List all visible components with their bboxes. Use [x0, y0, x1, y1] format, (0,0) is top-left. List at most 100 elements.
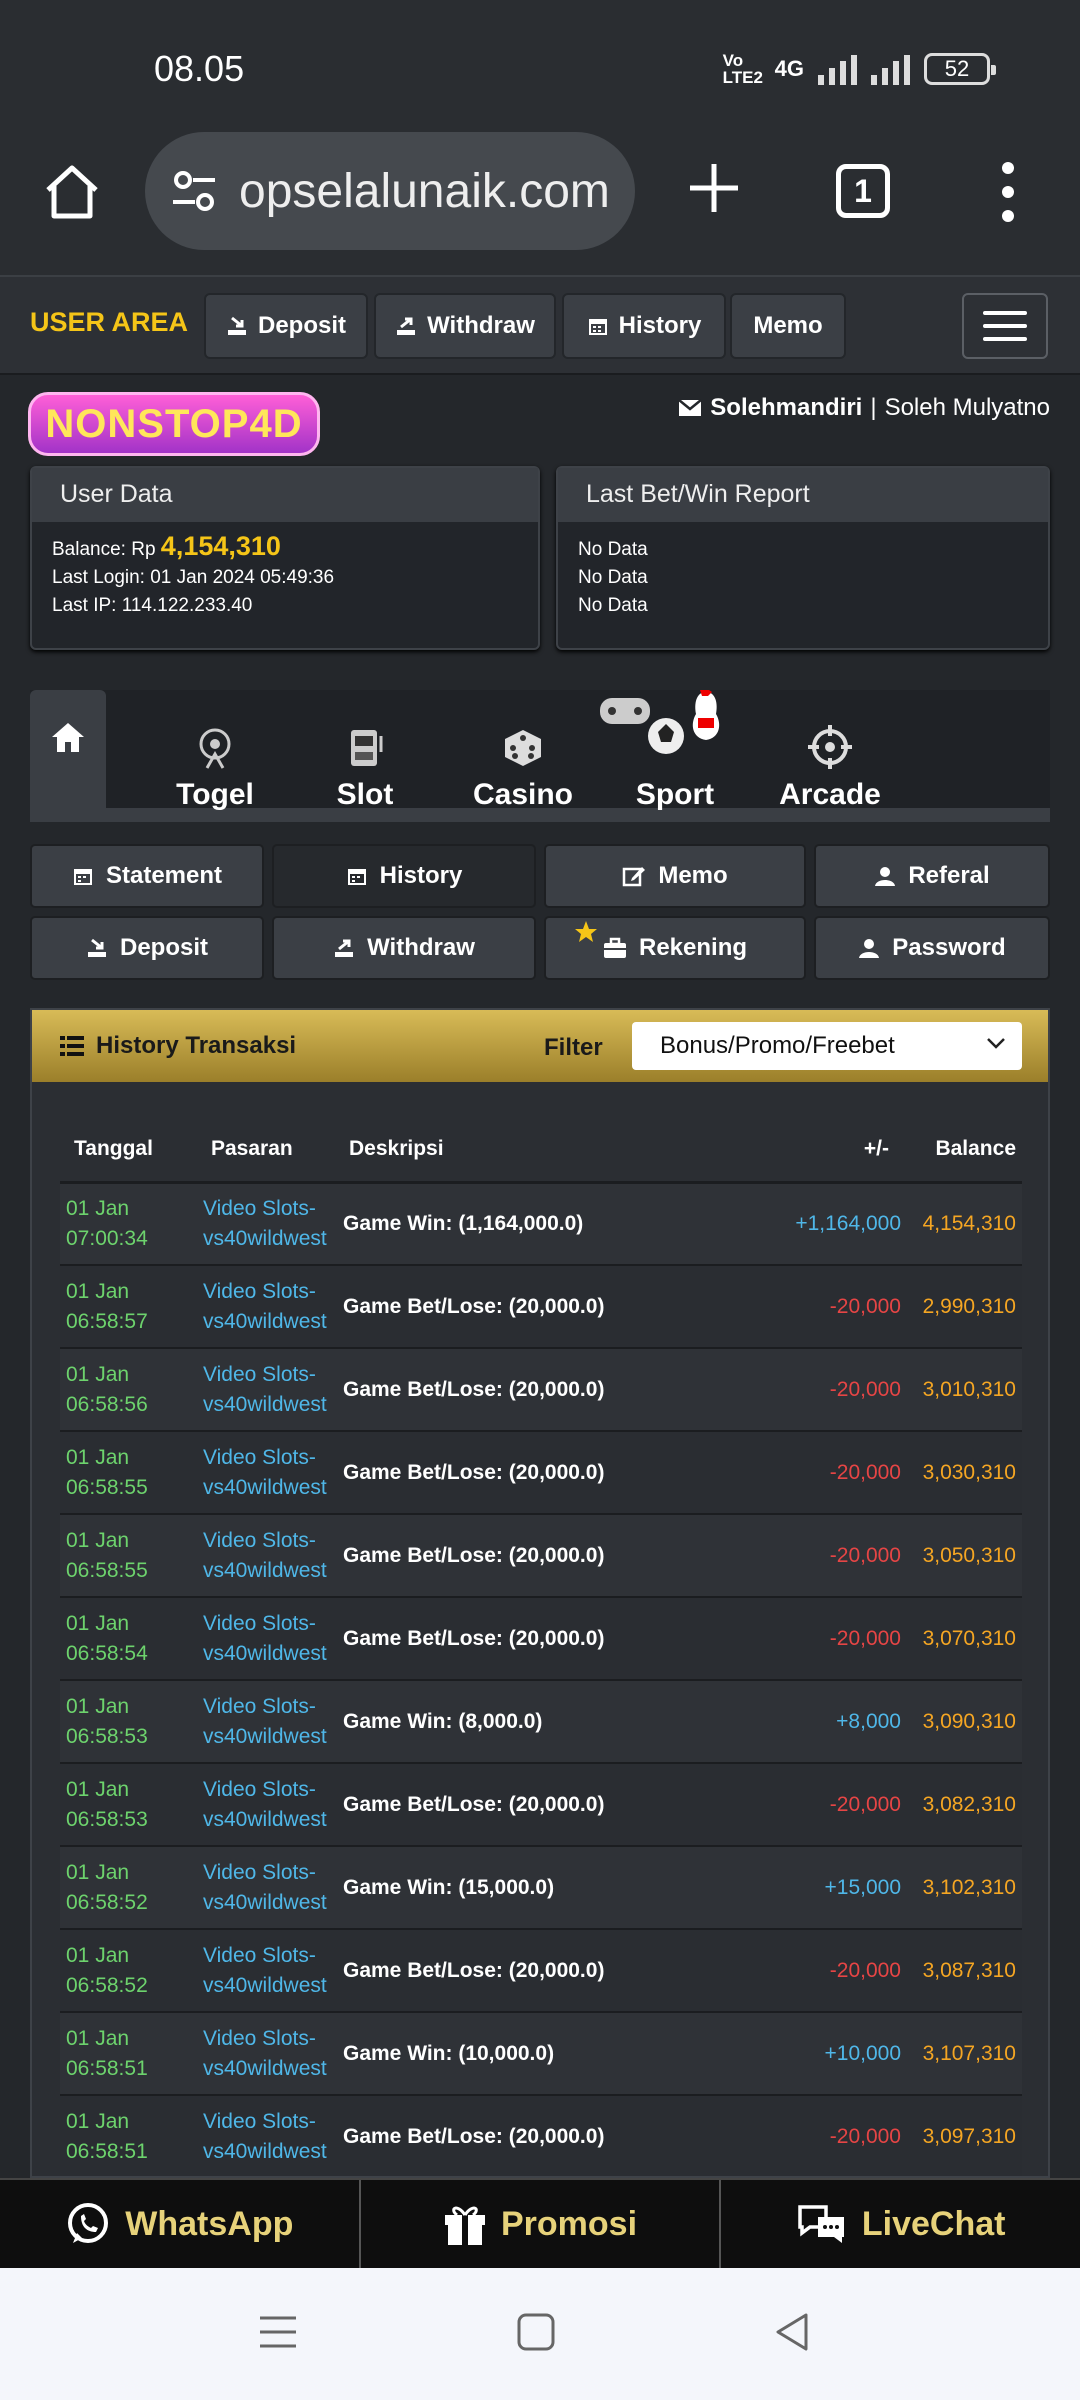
row-pasaran-type: Video Slots- — [203, 1860, 316, 1884]
mail-icon[interactable] — [678, 398, 703, 418]
row-pasaran[interactable]: Video Slots-vs40wildwest — [197, 1348, 337, 1432]
sport-icon — [600, 690, 720, 754]
category-slot[interactable]: Slot — [290, 690, 440, 822]
row-pasaran-game: vs40wildwest — [203, 1724, 327, 1748]
last-bet-title: Last Bet/Win Report — [558, 468, 1048, 522]
promosi-button[interactable]: Promosi — [361, 2180, 722, 2268]
chevron-down-icon — [987, 1038, 1005, 1049]
row-balance: 3,050,310 — [907, 1514, 1022, 1598]
livechat-button[interactable]: LiveChat — [721, 2180, 1080, 2268]
menu-icon[interactable] — [962, 293, 1048, 359]
arcade-icon — [808, 725, 852, 769]
home-icon[interactable] — [40, 160, 104, 224]
android-navigation-bar — [0, 2268, 1080, 2400]
table-row: 01 Jan 06:58:53 Video Slots-vs40wildwest Ga… — [60, 1680, 1022, 1764]
row-pasaran-type: Video Slots- — [203, 1445, 316, 1469]
category-togel[interactable]: Togel — [140, 690, 290, 822]
row-amount: -20,000 — [767, 1597, 907, 1681]
row-pasaran[interactable]: Video Slots-vs40wildwest — [197, 1929, 337, 2013]
brand-logo[interactable]: NONSTOP4D — [28, 392, 320, 456]
user-icon — [859, 939, 880, 958]
referal-button[interactable]: Referal — [814, 844, 1050, 908]
row-balance: 3,102,310 — [907, 1846, 1022, 1930]
filter-select[interactable]: Bonus/Promo/Freebet — [632, 1022, 1022, 1070]
username: Solehmandiri — [710, 394, 863, 421]
tune-icon[interactable] — [169, 166, 219, 216]
row-pasaran[interactable]: Video Slots-vs40wildwest — [197, 1265, 337, 1349]
battery-level: 52 — [944, 56, 970, 81]
history-button[interactable]: History — [562, 293, 726, 359]
row-pasaran[interactable]: Video Slots-vs40wildwest — [197, 1597, 337, 1681]
history-header: History Transaksi Filter Bonus/Promo/Fre… — [32, 1010, 1048, 1082]
deposit-button[interactable]: Deposit — [204, 293, 368, 359]
history-label: History — [618, 312, 702, 339]
row-balance: 3,107,310 — [907, 2012, 1022, 2096]
row-date-time: 06:58:51 — [66, 2139, 148, 2163]
withdraw-icon — [397, 317, 416, 335]
row-pasaran[interactable]: Video Slots-vs40wildwest — [197, 1514, 337, 1598]
back-icon[interactable] — [772, 2312, 812, 2352]
row-date-time: 06:58:54 — [66, 1641, 148, 1665]
list-icon — [60, 1036, 84, 1056]
row-description: Game Bet/Lose: (20,000.0) — [337, 1265, 767, 1349]
user-icon — [875, 867, 896, 886]
history-rows: 01 Jan 07:00:34 Video Slots-vs40wildwest Ga… — [60, 1182, 1022, 2176]
briefcase-icon — [603, 937, 626, 958]
row-pasaran[interactable]: Video Slots-vs40wildwest — [197, 1182, 337, 1266]
recent-apps-icon[interactable] — [258, 2312, 298, 2352]
history-tab-button[interactable]: History — [272, 844, 536, 908]
statement-button[interactable]: Statement — [30, 844, 264, 908]
whatsapp-label: WhatsApp — [125, 2204, 294, 2243]
row-balance: 2,990,310 — [907, 1265, 1022, 1349]
row-amount: -20,000 — [767, 1929, 907, 2013]
withdraw-tab-button[interactable]: Withdraw — [272, 916, 536, 980]
row-pasaran[interactable]: Video Slots-vs40wildwest — [197, 2095, 337, 2176]
row-pasaran-game: vs40wildwest — [203, 1309, 327, 1333]
category-arcade[interactable]: Arcade — [750, 690, 910, 822]
network-type: 4G — [774, 56, 804, 81]
row-date-time: 07:00:34 — [66, 1226, 148, 1250]
memo-tab-label: Memo — [658, 862, 728, 889]
password-button[interactable]: Password — [814, 916, 1050, 980]
row-balance: 3,082,310 — [907, 1763, 1022, 1847]
row-date-time: 06:58:53 — [66, 1724, 148, 1748]
row-pasaran[interactable]: Video Slots-vs40wildwest — [197, 1763, 337, 1847]
row-pasaran-type: Video Slots- — [203, 1943, 316, 1967]
deposit-tab-button[interactable]: Deposit — [30, 916, 264, 980]
togel-icon — [199, 728, 231, 769]
row-balance: 4,154,310 — [907, 1182, 1022, 1266]
url-bar[interactable]: opselalunaik.com — [145, 132, 635, 250]
table-row: 01 Jan 06:58:54 Video Slots-vs40wildwest Ga… — [60, 1597, 1022, 1681]
row-pasaran[interactable]: Video Slots-vs40wildwest — [197, 1431, 337, 1515]
category-home-tab[interactable] — [30, 690, 106, 822]
table-row: 01 Jan 06:58:51 Video Slots-vs40wildwest Ga… — [60, 2095, 1022, 2176]
balance-value: 4,154,310 — [160, 531, 281, 561]
row-pasaran[interactable]: Video Slots-vs40wildwest — [197, 1680, 337, 1764]
home-nav-icon[interactable] — [516, 2312, 556, 2352]
tabs-icon[interactable]: 1 — [836, 164, 890, 218]
balance-label: Balance: Rp — [52, 539, 156, 560]
whatsapp-icon — [68, 2203, 109, 2243]
whatsapp-button[interactable]: WhatsApp — [0, 2180, 361, 2268]
row-pasaran-type: Video Slots- — [203, 1528, 316, 1552]
category-casino[interactable]: Casino — [440, 690, 606, 822]
more-icon[interactable] — [990, 162, 1026, 222]
row-pasaran[interactable]: Video Slots-vs40wildwest — [197, 2012, 337, 2096]
plus-icon[interactable] — [686, 160, 742, 216]
row-pasaran[interactable]: Video Slots-vs40wildwest — [197, 1846, 337, 1930]
memo-tab-button[interactable]: Memo — [544, 844, 806, 908]
chat-icon — [798, 2205, 844, 2243]
user-data-title: User Data — [32, 468, 538, 522]
balance-row: Balance: Rp 4,154,310 — [52, 532, 518, 564]
last-bet-panel: Last Bet/Win Report No Data No Data No D… — [556, 466, 1050, 650]
memo-button[interactable]: Memo — [730, 293, 846, 359]
rekening-button[interactable]: Rekening — [544, 916, 806, 980]
withdraw-button[interactable]: Withdraw — [374, 293, 556, 359]
table-row: 01 Jan 06:58:52 Video Slots-vs40wildwest Ga… — [60, 1846, 1022, 1930]
row-balance: 3,010,310 — [907, 1348, 1022, 1432]
contact-bar: WhatsApp Promosi LiveChat — [0, 2178, 1080, 2268]
volte-indicator: Vo LTE2 — [722, 51, 763, 87]
row-date: 01 Jan 06:58:51 — [60, 2095, 197, 2176]
row-date-day: 01 Jan — [66, 1279, 130, 1303]
category-sport[interactable]: Sport — [600, 690, 750, 822]
